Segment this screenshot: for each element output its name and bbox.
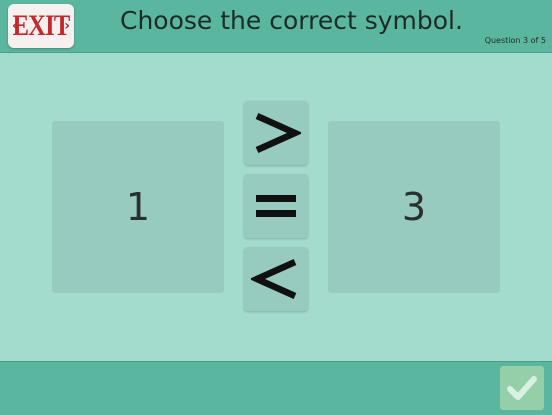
greater-than-button[interactable]: [244, 101, 308, 165]
page-title: Choose the correct symbol.: [120, 6, 463, 35]
right-number: 3: [401, 185, 427, 229]
less-than-button[interactable]: [244, 247, 308, 311]
left-number: 1: [125, 185, 151, 229]
equals-icon: [256, 195, 296, 217]
chevron-right-icon: ›: [64, 18, 70, 34]
exit-button[interactable]: ‹ EXIT ›: [8, 4, 74, 48]
header-bar: ‹ EXIT › Choose the correct symbol. Ques…: [0, 0, 552, 53]
less-than-icon: [251, 259, 297, 299]
submit-button[interactable]: [500, 366, 544, 410]
footer-bar: [0, 361, 552, 415]
greater-than-icon: [255, 113, 301, 153]
right-number-box: 3: [328, 121, 500, 293]
question-progress: Question 3 of 5: [484, 36, 546, 45]
left-number-box: 1: [52, 121, 224, 293]
exit-sign-label: EXIT: [12, 9, 71, 42]
check-icon: [507, 376, 537, 400]
equals-button[interactable]: [244, 174, 308, 238]
